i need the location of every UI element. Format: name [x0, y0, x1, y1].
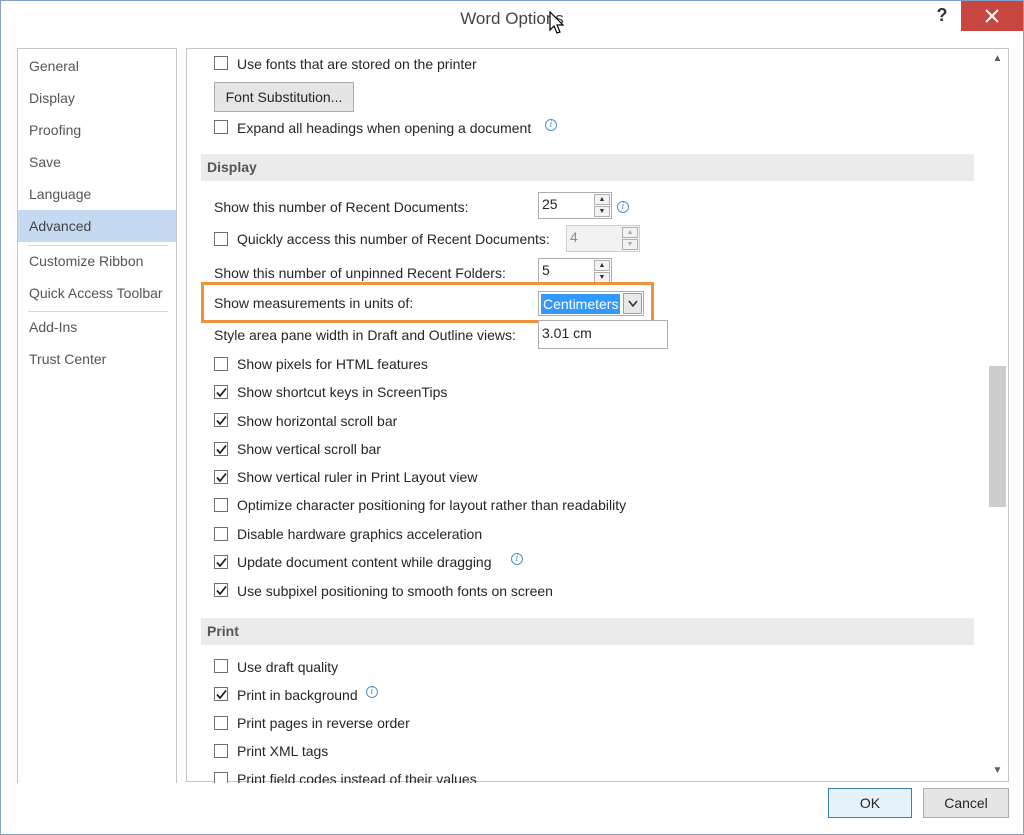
checkmark-icon — [216, 557, 227, 568]
info-icon: i — [617, 201, 629, 213]
info-icon: i — [545, 119, 557, 131]
use-printer-fonts-label: Use fonts that are stored on the printer — [237, 56, 477, 72]
show-pixels-html-checkbox[interactable] — [214, 357, 228, 371]
update-content-dragging-checkbox[interactable] — [214, 555, 228, 569]
cancel-button[interactable]: Cancel — [923, 788, 1009, 818]
show-horizontal-scroll-label: Show horizontal scroll bar — [237, 413, 398, 429]
title-bar: Word Options ? — [1, 1, 1023, 39]
sidebar-item-language[interactable]: Language — [18, 178, 176, 210]
mouse-cursor-icon — [549, 11, 565, 34]
spin-up-icon: ▲ — [622, 227, 638, 238]
show-horizontal-scroll-checkbox[interactable] — [214, 413, 228, 427]
sidebar-item-trust-center[interactable]: Trust Center — [18, 343, 176, 375]
recent-documents-value: 25 — [542, 196, 558, 212]
show-vertical-scroll-label: Show vertical scroll bar — [237, 441, 381, 457]
print-background-label: Print in background — [237, 687, 358, 703]
sidebar-item-display[interactable]: Display — [18, 82, 176, 114]
spin-down-icon: ▼ — [622, 239, 638, 250]
subpixel-positioning-label: Use subpixel positioning to smooth fonts… — [237, 583, 553, 599]
section-header-display: Display — [201, 154, 974, 181]
measurement-units-dropdown[interactable]: Centimeters — [538, 291, 644, 316]
section-header-print: Print — [201, 618, 974, 645]
spin-down-icon[interactable]: ▼ — [594, 206, 610, 217]
help-button[interactable]: ? — [927, 3, 957, 29]
spin-up-icon[interactable]: ▲ — [594, 260, 610, 271]
checkmark-icon — [216, 444, 227, 455]
sidebar-item-general[interactable]: General — [18, 50, 176, 82]
scroll-down-icon[interactable]: ▼ — [987, 761, 1008, 781]
sidebar-item-proofing[interactable]: Proofing — [18, 114, 176, 146]
optimize-char-positioning-checkbox[interactable] — [214, 498, 228, 512]
reverse-order-label: Print pages in reverse order — [237, 715, 410, 731]
show-vertical-ruler-checkbox[interactable] — [214, 470, 228, 484]
optimize-char-positioning-label: Optimize character positioning for layou… — [237, 497, 627, 513]
checkmark-icon — [216, 689, 227, 700]
use-printer-fonts-checkbox[interactable] — [214, 56, 228, 70]
measurement-units-value: Centimeters — [541, 294, 621, 314]
word-options-dialog: Word Options ? General Display Proofing … — [0, 0, 1024, 835]
unpinned-folders-spinner[interactable]: 5 ▲ ▼ — [538, 258, 612, 285]
show-shortcut-keys-label: Show shortcut keys in ScreenTips — [237, 384, 448, 400]
quick-access-recent-value: 4 — [570, 229, 578, 245]
unpinned-folders-value: 5 — [542, 262, 550, 278]
dialog-title: Word Options — [460, 9, 564, 28]
quick-access-recent-spinner: 4 ▲ ▼ — [566, 225, 640, 252]
style-area-width-label: Style area pane width in Draft and Outli… — [214, 327, 516, 343]
reverse-order-checkbox[interactable] — [214, 716, 228, 730]
scroll-up-icon[interactable]: ▲ — [987, 49, 1008, 69]
draft-quality-label: Use draft quality — [237, 659, 339, 675]
sidebar-item-quick-access-toolbar[interactable]: Quick Access Toolbar — [18, 277, 176, 309]
sidebar-item-customize-ribbon[interactable]: Customize Ribbon — [18, 245, 176, 277]
ok-button[interactable]: OK — [828, 788, 912, 818]
sidebar-item-save[interactable]: Save — [18, 146, 176, 178]
vertical-scrollbar[interactable]: ▲ ▼ — [987, 49, 1008, 781]
close-icon — [985, 9, 999, 23]
spin-up-icon[interactable]: ▲ — [594, 194, 610, 205]
style-area-width-input[interactable]: 3.01 cm — [538, 320, 668, 349]
expand-headings-checkbox[interactable] — [214, 120, 228, 134]
measurement-units-label: Show measurements in units of: — [214, 295, 414, 311]
update-content-dragging-label: Update document content while dragging — [237, 554, 492, 570]
print-xml-tags-label: Print XML tags — [237, 743, 329, 759]
font-substitution-button[interactable]: Font Substitution... — [214, 82, 354, 112]
dialog-footer: OK Cancel — [1, 783, 1023, 834]
checkmark-icon — [216, 472, 227, 483]
print-xml-tags-checkbox[interactable] — [214, 744, 228, 758]
draft-quality-checkbox[interactable] — [214, 659, 228, 673]
disable-hw-acceleration-label: Disable hardware graphics acceleration — [237, 526, 483, 542]
disable-hw-acceleration-checkbox[interactable] — [214, 527, 228, 541]
checkmark-icon — [216, 415, 227, 426]
info-icon: i — [366, 686, 378, 698]
subpixel-positioning-checkbox[interactable] — [214, 583, 228, 597]
quick-access-recent-checkbox[interactable] — [214, 232, 228, 246]
checkmark-icon — [216, 387, 227, 398]
show-pixels-html-label: Show pixels for HTML features — [237, 356, 428, 372]
sidebar: General Display Proofing Save Language A… — [17, 48, 177, 816]
show-vertical-scroll-checkbox[interactable] — [214, 442, 228, 456]
sidebar-item-add-ins[interactable]: Add-Ins — [18, 311, 176, 343]
show-shortcut-keys-checkbox[interactable] — [214, 385, 228, 399]
chevron-down-icon[interactable] — [623, 293, 642, 314]
close-button[interactable] — [961, 1, 1023, 31]
info-icon: i — [511, 553, 523, 565]
recent-documents-label: Show this number of Recent Documents: — [214, 199, 469, 215]
checkmark-icon — [216, 585, 227, 596]
sidebar-item-advanced[interactable]: Advanced — [18, 210, 176, 242]
print-background-checkbox[interactable] — [214, 687, 228, 701]
scroll-thumb[interactable] — [989, 366, 1006, 507]
show-vertical-ruler-label: Show vertical ruler in Print Layout view — [237, 469, 478, 485]
expand-headings-label: Expand all headings when opening a docum… — [237, 120, 532, 136]
quick-access-recent-label: Quickly access this number of Recent Doc… — [237, 231, 550, 247]
recent-documents-spinner[interactable]: 25 ▲ ▼ — [538, 192, 612, 219]
